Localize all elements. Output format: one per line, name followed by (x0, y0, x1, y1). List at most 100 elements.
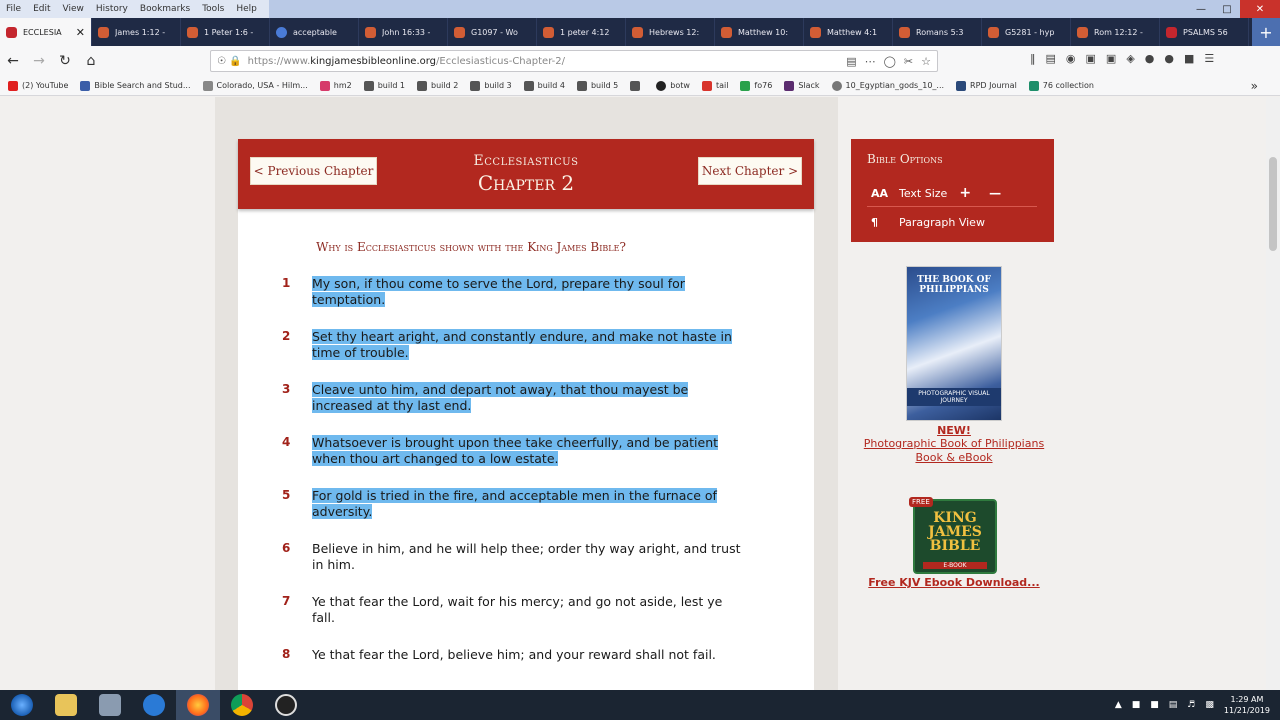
verse-5[interactable]: 5 For gold is tried in the fire, and acc… (278, 488, 778, 520)
back-arrow-icon[interactable]: ← (0, 48, 26, 74)
cover-subtitle: PHOTOGRAPHIC VISUAL JOURNEY (907, 388, 1001, 406)
bookmark-youtube[interactable]: (2) YouTube (8, 80, 68, 91)
menu-hamburger-icon[interactable]: ☰ (1204, 52, 1214, 65)
verse-1[interactable]: 1 My son, if thou come to serve the Lord… (278, 276, 778, 308)
sidebar-icon[interactable]: ▤ (1046, 52, 1056, 65)
reader-view-icon[interactable]: ▤ (846, 55, 856, 68)
verse-3[interactable]: 3 Cleave unto him, and depart not away, … (278, 382, 778, 414)
bookmark-egyptian-gods[interactable]: 10_Egyptian_gods_10_... (831, 80, 944, 91)
tab-acceptable[interactable]: acceptable (270, 18, 359, 46)
tab-g5281[interactable]: G5281 - hyp (982, 18, 1071, 46)
verse-2[interactable]: 2 Set thy heart aright, and constantly e… (278, 329, 778, 361)
bookmark-colorado[interactable]: Colorado, USA - Hilm... (202, 80, 308, 91)
bookmark-build-4[interactable]: build 4 (523, 80, 565, 91)
bookmark-build-2[interactable]: build 2 (417, 80, 458, 91)
tab-james[interactable]: James 1:12 - (92, 18, 181, 46)
taskbar-ie[interactable] (132, 690, 176, 720)
taskbar-obs[interactable] (264, 690, 308, 720)
menu-help[interactable]: Help (230, 4, 263, 14)
menu-file[interactable]: File (0, 4, 27, 14)
bookmark-tail[interactable]: tail (701, 80, 728, 91)
paragraph-view-row[interactable]: ¶ Paragraph View (871, 216, 985, 229)
bookmark-slack[interactable]: Slack (784, 80, 820, 91)
tab-1peter-4[interactable]: 1 peter 4:12 (537, 18, 626, 46)
close-window-icon[interactable]: ✕ (1240, 0, 1280, 18)
scrollbar-thumb[interactable] (1269, 157, 1277, 251)
minimize-icon[interactable]: — (1188, 0, 1214, 18)
tray-app-icon[interactable]: ■ (1132, 700, 1141, 710)
bookmark-76-collection[interactable]: 76 collection (1028, 80, 1094, 91)
volume-icon[interactable]: ♬ (1187, 700, 1195, 710)
bookmark-bible-search[interactable]: Bible Search and Stud... (80, 80, 191, 91)
address-bar[interactable]: ☉ 🔒 https://www. kingjamesbibleonline.org… (210, 50, 938, 72)
account-icon[interactable]: ◉ (1066, 52, 1076, 65)
taskbar-chrome[interactable] (220, 690, 264, 720)
extension-icon[interactable]: ■ (1184, 52, 1194, 65)
screenshot-icon[interactable]: ✂ (904, 55, 913, 68)
tab-ecclesia[interactable]: ECCLESIA ✕ (0, 18, 92, 46)
library-icon[interactable]: ‖ (1030, 52, 1036, 65)
tab-1peter-1[interactable]: 1 Peter 1:6 - (181, 18, 270, 46)
page-actions-icon[interactable]: ⋯ (865, 55, 876, 68)
taskbar-explorer[interactable] (44, 690, 88, 720)
bookmark-unnamed[interactable] (630, 80, 644, 91)
extension-icon[interactable]: ◈ (1126, 52, 1134, 65)
reload-icon[interactable]: ↻ (52, 48, 78, 74)
tab-rom-12[interactable]: Rom 12:12 - (1071, 18, 1160, 46)
menu-tools[interactable]: Tools (196, 4, 230, 14)
bookmark-star-icon[interactable]: ☆ (921, 55, 931, 68)
free-kjv-ebook-link[interactable]: Free KJV Ebook Download... (856, 576, 1052, 589)
kjv-ebook-cover[interactable]: FREE KING JAMES BIBLE E-BOOK (909, 497, 997, 574)
bookmark-build-3[interactable]: build 3 (470, 80, 512, 91)
philippians-book-link[interactable]: Photographic Book of Philippians Book & … (856, 437, 1052, 465)
tab-john[interactable]: John 16:33 - (359, 18, 448, 46)
close-tab-icon[interactable]: ✕ (76, 26, 85, 39)
philippians-book-cover[interactable]: THE BOOK OF PHILIPPIANS PHOTOGRAPHIC VIS… (906, 266, 1002, 421)
tab-romans[interactable]: Romans 5:3 (893, 18, 982, 46)
tray-app-icon[interactable]: ■ (1150, 700, 1159, 710)
menu-history[interactable]: History (90, 4, 134, 14)
start-button[interactable] (0, 690, 44, 720)
verse-7[interactable]: 7 Ye that fear the Lord, wait for his me… (278, 594, 778, 626)
extension-icon[interactable]: ▣ (1106, 52, 1116, 65)
increase-text-size-button[interactable]: + (959, 185, 971, 201)
bookmark-hm2[interactable]: hm2 (319, 80, 352, 91)
bookmark-rpd-journal[interactable]: RPD Journal (956, 80, 1017, 91)
bookmark-build-1[interactable]: build 1 (363, 80, 405, 91)
system-clock[interactable]: 1:29 AM 11/21/2019 (1224, 694, 1270, 716)
network-icon[interactable]: ▤ (1169, 700, 1178, 710)
maximize-icon[interactable]: □ (1214, 0, 1240, 18)
bookmarks-overflow-icon[interactable]: » (1251, 79, 1258, 93)
taskbar-app[interactable] (88, 690, 132, 720)
menu-bookmarks[interactable]: Bookmarks (134, 4, 196, 14)
pocket-icon[interactable]: ◯ (884, 55, 896, 68)
tab-matthew-10[interactable]: Matthew 10: (715, 18, 804, 46)
new-tab-button[interactable]: + (1252, 18, 1280, 46)
why-ecclesiasticus-link[interactable]: Why is Ecclesiasticus shown with the Kin… (238, 240, 704, 254)
forward-arrow-icon[interactable]: → (26, 48, 52, 74)
menu-view[interactable]: View (57, 4, 90, 14)
tab-hebrews[interactable]: Hebrews 12: (626, 18, 715, 46)
next-chapter-button[interactable]: Next Chapter > (698, 157, 802, 185)
bookmark-build-5[interactable]: build 5 (576, 80, 618, 91)
bookmark-botw[interactable]: botw (656, 80, 690, 91)
verse-4[interactable]: 4 Whatsoever is brought upon thee take c… (278, 435, 778, 467)
page-scrollbar[interactable] (1266, 97, 1280, 690)
verse-6[interactable]: 6 Believe in him, and he will help thee;… (278, 541, 778, 573)
extension-icon[interactable]: ▣ (1086, 52, 1096, 65)
decrease-text-size-button[interactable]: — (989, 186, 1001, 200)
extension-icon[interactable]: ● (1145, 52, 1155, 65)
keyboard-icon[interactable]: ▩ (1205, 700, 1214, 710)
home-icon[interactable]: ⌂ (78, 48, 104, 74)
taskbar-firefox[interactable] (176, 690, 220, 720)
menu-edit[interactable]: Edit (27, 4, 56, 14)
show-hidden-icons-icon[interactable]: ▲ (1115, 700, 1122, 710)
tab-g1097[interactable]: G1097 - Wo (448, 18, 537, 46)
new-badge[interactable]: NEW! (906, 424, 1002, 437)
lock-icon[interactable]: ☉ 🔒 (217, 56, 242, 67)
extension-icon[interactable]: ● (1164, 52, 1174, 65)
tab-psalms[interactable]: PSALMS 56 (1160, 18, 1249, 46)
bookmark-fo76[interactable]: fo76 (740, 80, 772, 91)
verse-8[interactable]: 8 Ye that fear the Lord, believe him; an… (278, 647, 778, 663)
tab-matthew-4[interactable]: Matthew 4:1 (804, 18, 893, 46)
